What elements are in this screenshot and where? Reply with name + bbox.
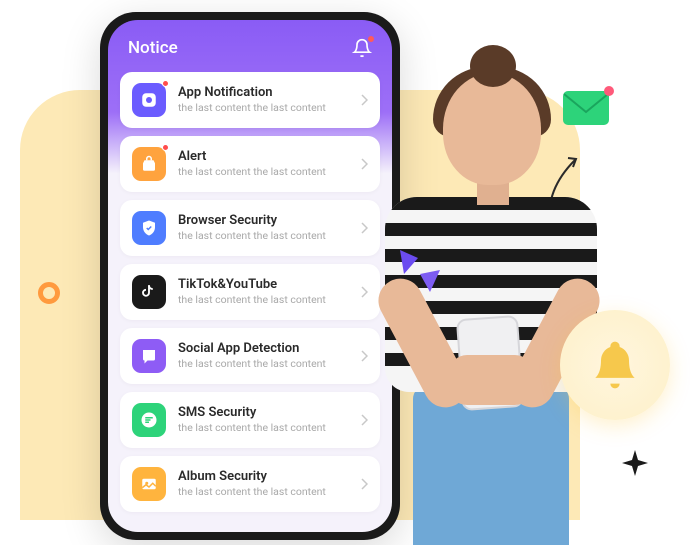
list-item[interactable]: SMS Securitythe last content the last co… [120,392,380,448]
list-item[interactable]: Social App Detectionthe last content the… [120,328,380,384]
list-item-text: App Notificationthe last content the las… [178,85,349,114]
page-title: Notice [128,38,178,58]
album-security-icon [132,467,166,501]
sms-security-icon [132,403,166,437]
list-item-title: App Notification [178,85,349,101]
bell-circle-icon [560,310,670,420]
screen-header: Notice [108,20,392,72]
list-item-subtitle: the last content the last content [178,485,349,499]
person-illustration [355,45,625,540]
list-item-text: Social App Detectionthe last content the… [178,341,349,370]
unread-dot-icon [162,80,169,87]
list-item-title: SMS Security [178,405,349,421]
list-item-text: SMS Securitythe last content the last co… [178,405,349,434]
sparkle-icon [622,450,648,480]
tiktok-youtube-icon [132,275,166,309]
decorative-triangle-icon [400,250,418,278]
decorative-triangle-icon [420,270,440,296]
list-item[interactable]: Alertthe last content the last content [120,136,380,192]
list-item-title: Alert [178,149,349,165]
list-item-subtitle: the last content the last content [178,101,349,115]
list-item-text: Alertthe last content the last content [178,149,349,178]
list-item-title: Browser Security [178,213,349,229]
list-item[interactable]: Album Securitythe last content the last … [120,456,380,512]
list-item[interactable]: Browser Securitythe last content the las… [120,200,380,256]
notification-list: App Notificationthe last content the las… [108,72,392,532]
decorative-ring-icon [38,282,60,304]
alert-icon [132,147,166,181]
browser-security-icon [132,211,166,245]
list-item-subtitle: the last content the last content [178,165,349,179]
app-notification-icon [132,83,166,117]
list-item-title: Social App Detection [178,341,349,357]
list-item-subtitle: the last content the last content [178,421,349,435]
list-item-text: Album Securitythe last content the last … [178,469,349,498]
list-item-text: Browser Securitythe last content the las… [178,213,349,242]
list-item-subtitle: the last content the last content [178,357,349,371]
list-item-title: TikTok&YouTube [178,277,349,293]
list-item-text: TikTok&YouTubethe last content the last … [178,277,349,306]
list-item-subtitle: the last content the last content [178,229,349,243]
unread-dot-icon [162,144,169,151]
list-item[interactable]: App Notificationthe last content the las… [120,72,380,128]
list-item[interactable]: TikTok&YouTubethe last content the last … [120,264,380,320]
list-item-subtitle: the last content the last content [178,293,349,307]
phone-screen: Notice App Notificationthe last content … [108,20,392,532]
list-item-title: Album Security [178,469,349,485]
notification-dot-icon [368,36,374,42]
social-app-icon [132,339,166,373]
